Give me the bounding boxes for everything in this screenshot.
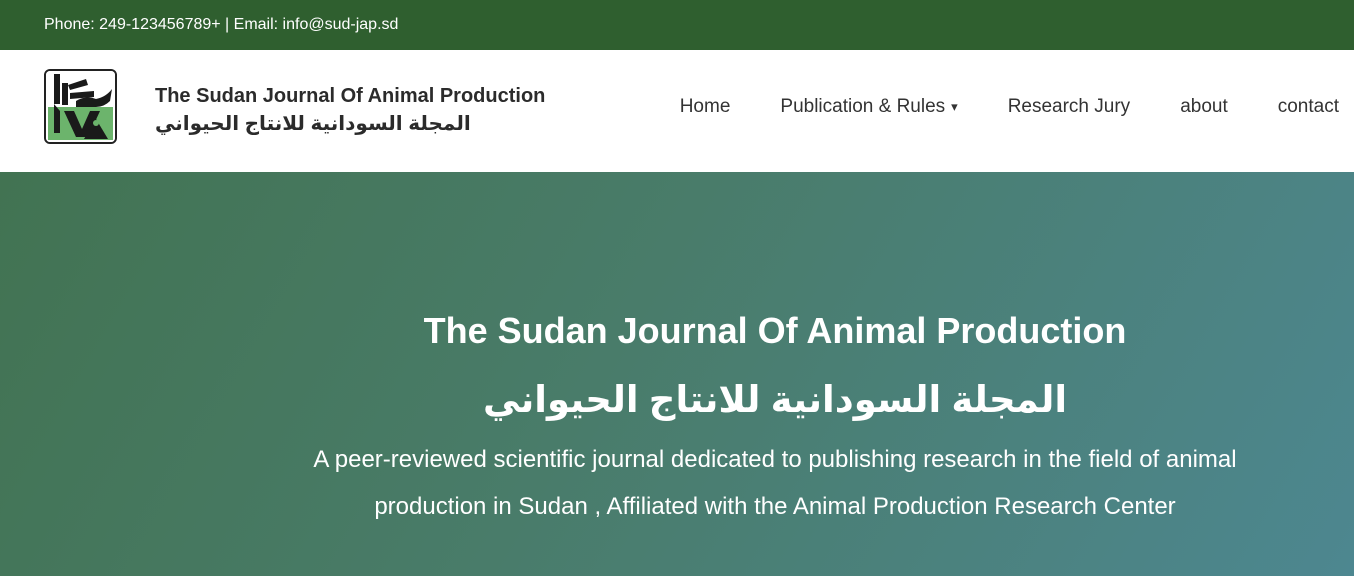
brand-title-arabic: المجلة السودانية للانتاج الحيواني xyxy=(155,113,471,135)
hero-section: The Sudan Journal Of Animal Production ا… xyxy=(0,172,1354,576)
nav-contact-label: contact xyxy=(1277,96,1339,117)
nav-home-label: Home xyxy=(679,96,731,117)
nav-publication-rules-label: Publication & Rules xyxy=(780,96,946,117)
hero-title-arabic: المجلة السودانية للانتاج الحيواني xyxy=(482,379,1068,420)
hero-title-english: The Sudan Journal Of Animal Production xyxy=(423,310,1127,351)
main-nav: Home Publication & Rules ▾ Research Jury… xyxy=(630,96,1339,118)
nav-research-jury-label: Research Jury xyxy=(1007,96,1131,117)
caret-down-icon: ▾ xyxy=(951,99,958,114)
brand-title-english: The Sudan Journal Of Animal Production xyxy=(155,85,546,107)
nav-about-label: about xyxy=(1180,96,1228,117)
nav-research-jury[interactable]: Research Jury xyxy=(1008,96,1131,118)
nav-home[interactable]: Home xyxy=(680,96,731,118)
nav-about[interactable]: about xyxy=(1180,96,1228,118)
nav-contact[interactable]: contact xyxy=(1278,96,1339,118)
journal-logo-icon[interactable] xyxy=(44,69,117,144)
hero-description: A peer-reviewed scientific journal dedic… xyxy=(313,446,1237,520)
brand-block[interactable]: The Sudan Journal Of Animal Production ا… xyxy=(155,82,545,138)
nav-publication-rules[interactable]: Publication & Rules ▾ xyxy=(780,96,957,118)
site-header: The Sudan Journal Of Animal Production ا… xyxy=(0,50,1354,172)
top-contact-bar: Phone: 249-123456789+ | Email: info@sud-… xyxy=(0,0,1354,50)
contact-info: Phone: 249-123456789+ | Email: info@sud-… xyxy=(44,16,399,33)
